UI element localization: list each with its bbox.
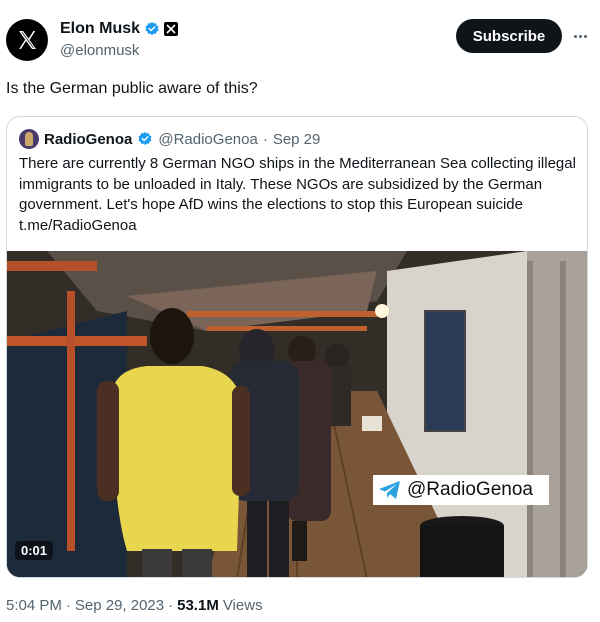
author-name[interactable]: Elon Musk [60, 20, 140, 38]
author-name-row[interactable]: Elon Musk [60, 20, 179, 38]
footer-separator: · [168, 597, 174, 614]
quote-author-name[interactable]: RadioGenoa [44, 131, 132, 148]
telegram-icon [379, 481, 400, 499]
watermark-text: @RadioGenoa [407, 479, 533, 500]
video-watermark: @RadioGenoa [373, 475, 549, 505]
avatar[interactable] [6, 19, 48, 61]
quote-separator: · [262, 130, 268, 148]
footer-separator: · [65, 597, 71, 614]
quoted-tweet-card[interactable]: RadioGenoa @RadioGenoa · Sep 29 There ar… [6, 116, 588, 578]
video-player[interactable]: @RadioGenoa 0:01 [7, 251, 587, 577]
quote-avatar[interactable] [19, 129, 39, 149]
tweet-time[interactable]: 5:04 PM [6, 597, 62, 614]
video-duration: 0:01 [15, 541, 54, 560]
subscribe-button[interactable]: Subscribe [456, 19, 562, 53]
tweet-text: Is the German public aware of this? [6, 80, 258, 97]
views-count: 53.1M [177, 597, 219, 614]
tweet-header: Elon Musk @elonmusk Subscribe [0, 0, 600, 72]
x-affiliation-badge-icon [164, 22, 179, 36]
views-label: Views [222, 597, 263, 614]
tweet-footer: 5:04 PM · Sep 29, 2023 · 53.1M Views [6, 597, 263, 614]
verified-badge-icon [145, 22, 159, 35]
quoted-tweet-header: RadioGenoa @RadioGenoa · Sep 29 [19, 129, 320, 149]
quote-date[interactable]: Sep 29 [273, 131, 321, 148]
quote-author-handle[interactable]: @RadioGenoa [158, 131, 257, 148]
more-horizontal-icon[interactable] [570, 26, 590, 46]
verified-badge-icon [138, 132, 152, 145]
video-frame [7, 251, 587, 577]
author-handle[interactable]: @elonmusk [60, 42, 139, 59]
quote-text: There are currently 8 German NGO ships i… [19, 155, 576, 234]
x-logo-icon [19, 31, 36, 49]
tweet-date[interactable]: Sep 29, 2023 [75, 597, 164, 614]
